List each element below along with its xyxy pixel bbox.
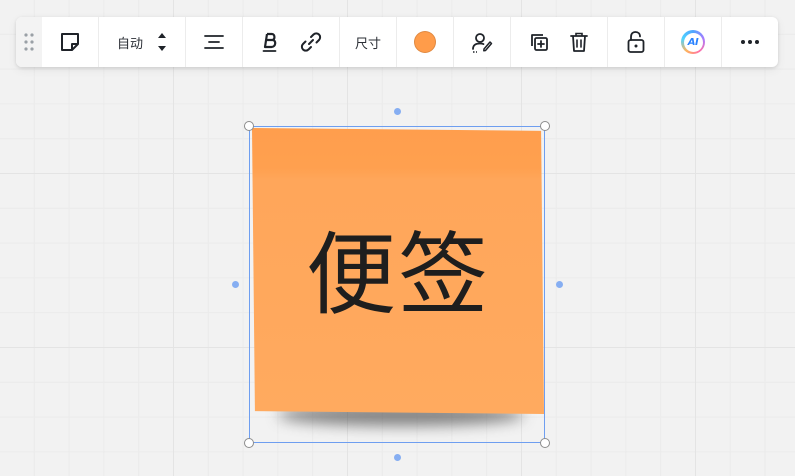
trash-icon <box>570 32 588 52</box>
drag-handle-icon <box>24 33 34 51</box>
color-picker-button[interactable] <box>397 17 453 67</box>
resize-handle-bottom-right[interactable] <box>540 438 550 448</box>
link-button[interactable] <box>294 17 328 67</box>
align-center-icon <box>204 35 224 49</box>
drag-handle[interactable] <box>16 17 42 67</box>
floating-toolbar: 自动 尺寸 AI <box>16 17 778 67</box>
delete-button[interactable] <box>562 17 596 67</box>
connector-anchor-bottom[interactable] <box>394 454 401 461</box>
font-size-auto-label: 自动 <box>116 36 143 52</box>
connector-anchor-right[interactable] <box>556 281 563 288</box>
connector-anchor-left[interactable] <box>232 281 239 288</box>
link-icon <box>300 32 322 52</box>
sticky-note-text[interactable]: 便签 <box>252 228 544 324</box>
size-label: 尺寸 <box>354 36 381 52</box>
text-align-button[interactable] <box>186 17 242 67</box>
duplicate-button[interactable] <box>522 17 556 67</box>
user-signature-icon <box>472 33 493 53</box>
lock-button[interactable] <box>608 17 664 67</box>
color-swatch <box>414 31 436 53</box>
duplicate-icon <box>531 34 548 51</box>
font-size-auto-control[interactable]: 自动 <box>99 17 185 67</box>
resize-handle-top-right[interactable] <box>540 121 550 131</box>
author-signature-button[interactable] <box>454 17 510 67</box>
ai-label: AI <box>683 32 703 52</box>
ai-icon: AI <box>681 30 705 54</box>
more-icon <box>741 40 759 44</box>
more-button[interactable] <box>722 17 778 67</box>
sticky-note-icon <box>61 33 79 51</box>
connector-anchor-top[interactable] <box>394 108 401 115</box>
bold-icon <box>262 32 277 52</box>
note-type-button[interactable] <box>42 17 98 67</box>
size-button[interactable]: 尺寸 <box>340 17 396 67</box>
resize-handle-bottom-left[interactable] <box>244 438 254 448</box>
ai-assistant-button[interactable]: AI <box>665 17 721 67</box>
resize-handle-top-left[interactable] <box>244 121 254 131</box>
bold-button[interactable] <box>254 17 286 67</box>
up-down-stepper-icon[interactable] <box>157 31 167 53</box>
unlock-icon <box>627 31 645 53</box>
